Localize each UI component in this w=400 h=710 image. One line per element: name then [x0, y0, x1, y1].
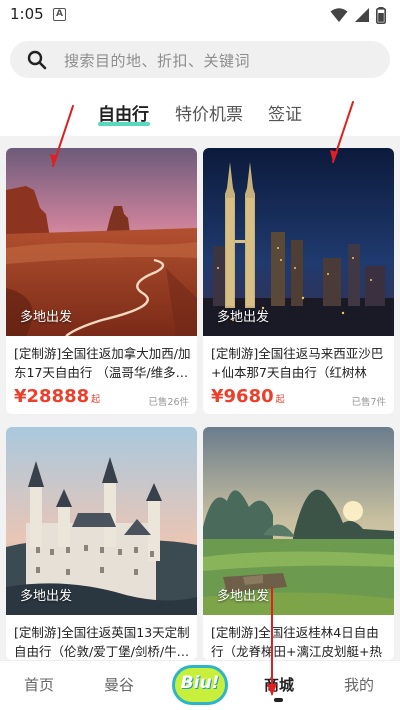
departure-tag: 多地出发 [20, 310, 73, 325]
product-price: ¥9680 起 [211, 386, 285, 407]
departure-tag: 多地出发 [217, 310, 270, 325]
product-card[interactable]: 多地出发 [定制游]全国往返加拿大加西/加东17天自由行 （温哥华/维多… ¥2… [6, 148, 197, 414]
status-bar: 1:05 A [0, 0, 400, 30]
price-suffix: 起 [275, 395, 285, 405]
tab-cheap-flights[interactable]: 特价机票 [175, 100, 245, 132]
price-symbol: ¥ [14, 386, 27, 407]
search-icon [27, 50, 47, 70]
notification-icon: A [53, 8, 66, 21]
status-icons [330, 6, 386, 24]
nav-mine[interactable]: 我的 [344, 674, 374, 695]
nav-active-indicator [274, 698, 283, 702]
price-symbol: ¥ [211, 386, 224, 407]
battery-icon [376, 6, 386, 24]
signal-icon [355, 8, 369, 22]
nav-mall[interactable]: 商城 [264, 674, 294, 695]
sold-count: 已售7件 [351, 397, 386, 408]
price-value: 28888 [26, 386, 90, 407]
product-card[interactable]: 多地出发 [定制游]全国往返桂林4日自由行（龙脊梯田+漓江皮划艇+热气… [203, 427, 394, 660]
nav-bangkok[interactable]: 曼谷 [104, 674, 134, 695]
departure-tag: 多地出发 [20, 589, 73, 604]
tab-label: 签证 [268, 105, 302, 125]
product-title: [定制游]全国往返马来西亚沙巴+仙本那7天自由行（红树林寻… [211, 346, 384, 380]
biu-label: Biu! [180, 673, 220, 693]
product-card[interactable]: 多地出发 [定制游]全国往返英国13天定制自由行（伦敦/爱丁堡/剑桥/牛… [6, 427, 197, 660]
sold-count: 已售26件 [148, 397, 189, 408]
departure-tag: 多地出发 [217, 589, 270, 604]
product-title: [定制游]全国往返桂林4日自由行（龙脊梯田+漓江皮划艇+热气… [211, 625, 382, 659]
tab-free-travel[interactable]: 自由行 [98, 100, 150, 132]
category-tabs: 自由行 特价机票 签证 [0, 92, 400, 136]
status-time: 1:05 [10, 5, 44, 23]
wifi-icon [330, 8, 348, 22]
tab-visa[interactable]: 签证 [268, 100, 308, 132]
price-value: 9680 [223, 386, 274, 407]
product-title: [定制游]全国往返加拿大加西/加东17天自由行 （温哥华/维多… [14, 346, 191, 380]
nav-biu-button[interactable]: Biu! [172, 665, 228, 705]
tab-label: 特价机票 [175, 105, 243, 125]
search-placeholder: 搜索目的地、折扣、关键词 [64, 52, 251, 70]
search-area: 搜索目的地、折扣、关键词 [0, 30, 400, 92]
product-title: [定制游]全国往返英国13天定制自由行（伦敦/爱丁堡/剑桥/牛… [14, 625, 190, 659]
product-price: ¥28888 起 [14, 386, 100, 407]
bottom-nav: 首页 曼谷 Biu! 商城 我的 [0, 660, 400, 710]
search-input[interactable]: 搜索目的地、折扣、关键词 [10, 41, 390, 78]
product-card[interactable]: 多地出发 [定制游]全国往返马来西亚沙巴+仙本那7天自由行（红树林寻… ¥968… [203, 148, 394, 414]
price-suffix: 起 [91, 395, 101, 405]
tab-active-indicator [98, 122, 150, 126]
nav-home[interactable]: 首页 [24, 674, 54, 695]
